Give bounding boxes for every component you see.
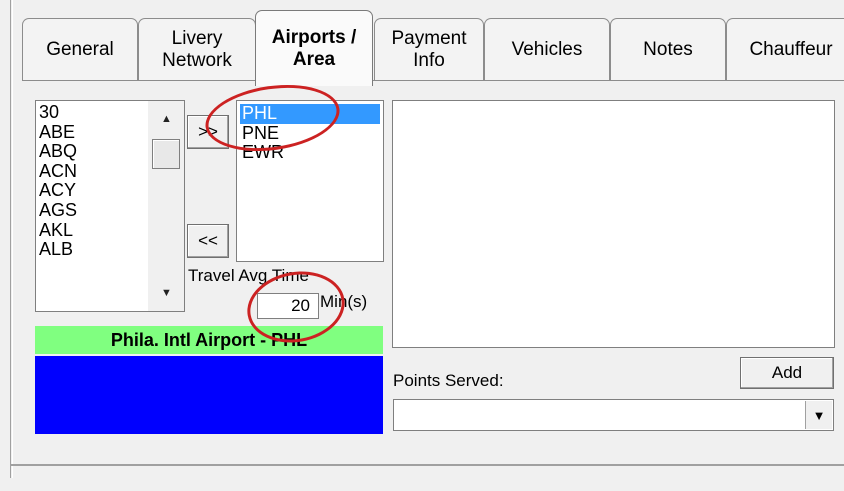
chevron-down-icon[interactable]: ▼ <box>805 401 832 429</box>
travel-avg-time-label: Travel Avg Time <box>188 266 309 285</box>
tab-label: Livery Network <box>162 27 232 71</box>
list-item[interactable]: AGS <box>39 200 77 221</box>
window-frame-highlight <box>12 0 13 478</box>
tab-label: Chauffeur <box>749 38 833 60</box>
color-panel <box>35 356 383 434</box>
list-item[interactable]: ABE <box>39 122 77 143</box>
tab-notes[interactable]: Notes <box>610 18 726 80</box>
add-button[interactable]: Add <box>740 357 834 389</box>
travel-minutes-input[interactable]: 20 <box>257 293 319 319</box>
tab-payment-info[interactable]: Payment Info <box>374 18 484 80</box>
list-item[interactable]: 30 <box>39 102 77 123</box>
tab-label: Airports / Area <box>271 26 357 70</box>
list-item[interactable]: EWR <box>240 143 380 163</box>
details-text-area[interactable] <box>392 100 835 348</box>
remove-selected-button[interactable]: << <box>187 224 229 258</box>
tab-airports-area[interactable]: Airports / Area <box>255 10 373 86</box>
tab-strip-border <box>22 80 844 81</box>
tab-general[interactable]: General <box>22 18 138 80</box>
tab-label: Notes <box>643 38 693 60</box>
scroll-down-icon[interactable]: ▼ <box>148 277 185 309</box>
list-item[interactable]: ALB <box>39 240 77 260</box>
airport-name-label: Phila. Intl Airport - PHL <box>110 329 308 350</box>
tab-vehicles[interactable]: Vehicles <box>484 18 610 80</box>
list-item[interactable]: ACY <box>39 181 77 201</box>
window-frame-left <box>10 0 11 478</box>
airport-list-scrollbar[interactable]: ▲ ▼ <box>148 101 184 311</box>
list-item[interactable]: AKL <box>39 220 77 241</box>
list-item[interactable]: PNE <box>240 123 380 144</box>
list-item[interactable]: ABQ <box>39 142 77 162</box>
scroll-up-icon[interactable]: ▲ <box>148 103 185 135</box>
scrollbar-thumb[interactable] <box>152 139 180 169</box>
selected-airports-list[interactable]: PHL PNE EWR <box>236 100 384 262</box>
minutes-unit-label: Min(s) <box>320 292 368 311</box>
tab-label: General <box>46 38 114 60</box>
tab-label: Payment Info <box>391 27 467 71</box>
list-item[interactable]: ACN <box>39 161 77 182</box>
airport-list-items: 30 ABE ABQ ACN ACY AGS AKL ALB <box>39 102 77 260</box>
tab-livery-network[interactable]: Livery Network <box>138 18 256 80</box>
window-frame-bottom <box>10 464 844 466</box>
points-served-label: Points Served: <box>393 371 504 390</box>
tab-chauffeur[interactable]: Chauffeur <box>726 18 844 80</box>
list-item-selected[interactable]: PHL <box>240 103 380 124</box>
airport-name-bar: Phila. Intl Airport - PHL <box>35 326 383 354</box>
tab-label: Vehicles <box>511 38 583 60</box>
points-served-dropdown[interactable]: ▼ <box>393 399 834 431</box>
add-selected-button[interactable]: >> <box>187 115 229 149</box>
